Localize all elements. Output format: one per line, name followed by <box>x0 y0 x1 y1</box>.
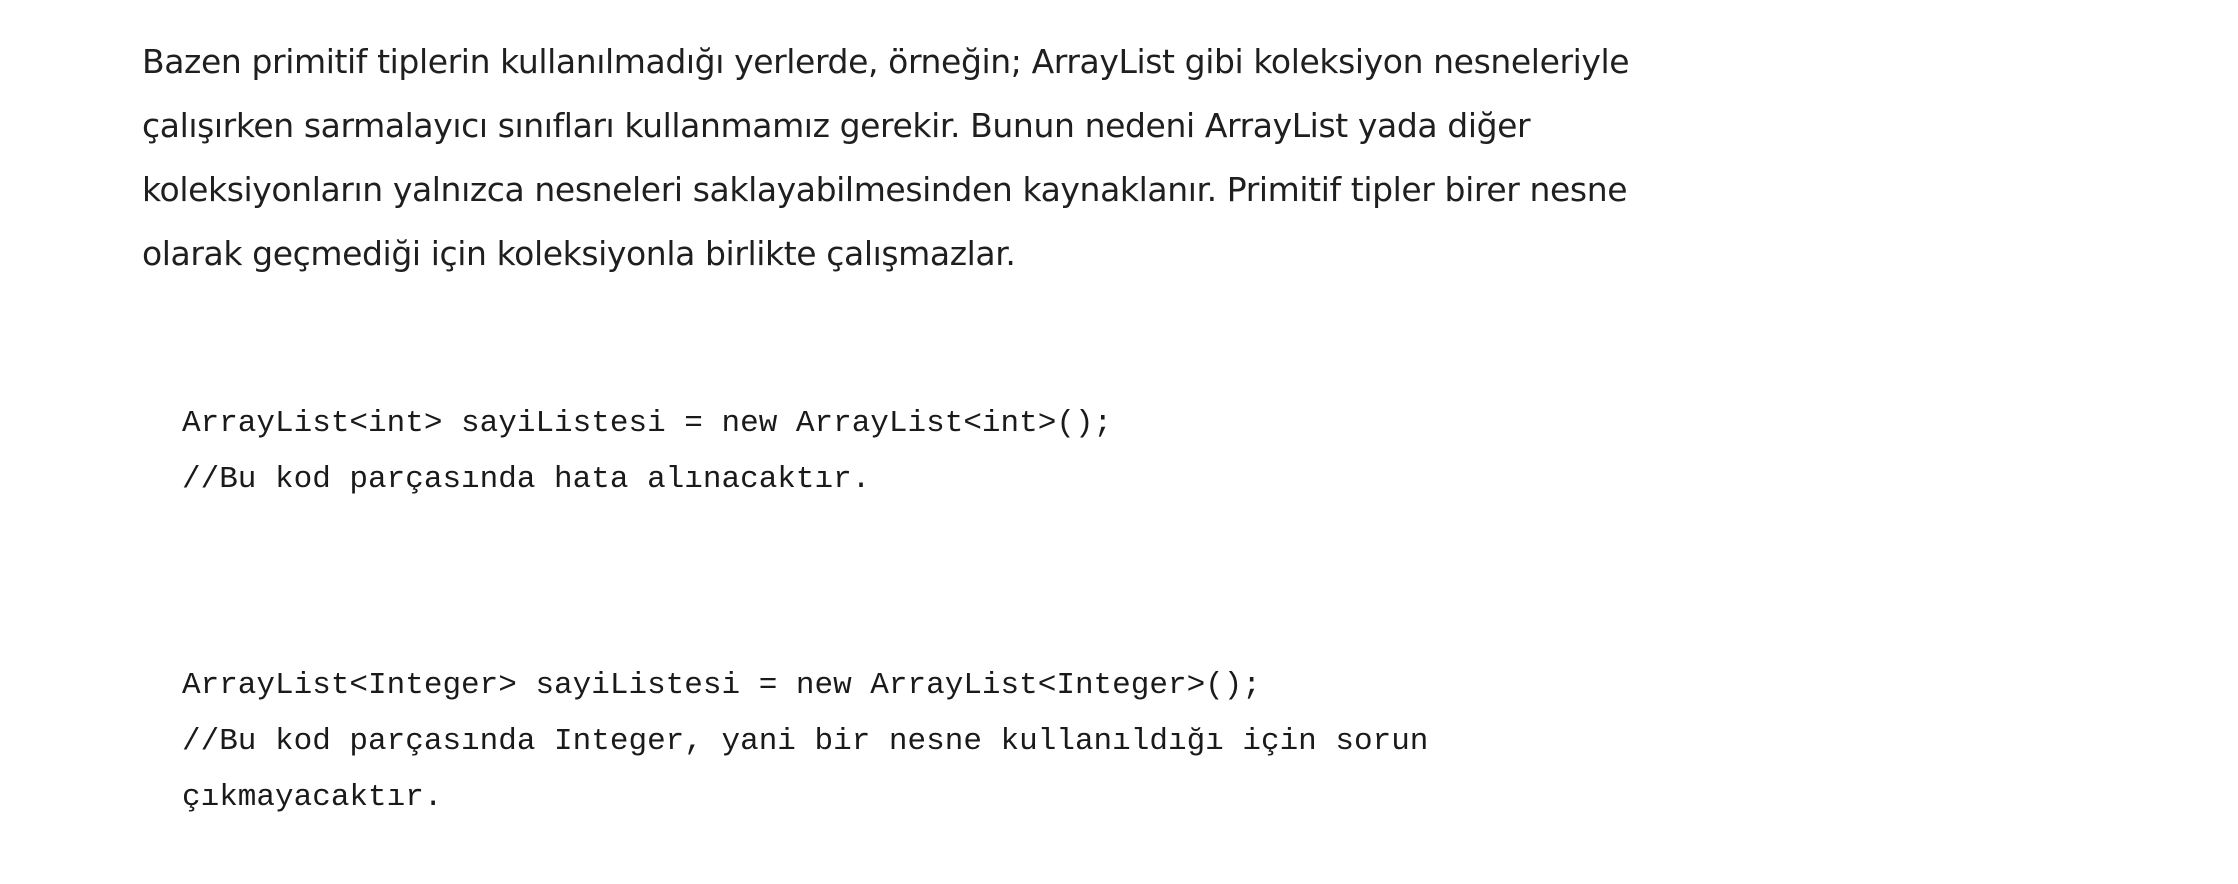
code-line: ArrayList<int> sayiListesi = new ArrayLi… <box>182 406 1113 441</box>
code-comment: //Bu kod parçasında hata alınacaktır. <box>182 462 871 497</box>
code-example-wrapper: ArrayList<Integer> sayiListesi = new Arr… <box>182 658 1428 826</box>
code-comment: //Bu kod parçasında Integer, yani bir ne… <box>182 724 1429 759</box>
article-body: Bazen primitif tiplerin kullanılmadığı y… <box>142 30 1702 286</box>
explanation-paragraph: Bazen primitif tiplerin kullanılmadığı y… <box>142 42 1630 273</box>
code-comment-continuation: çıkmayacaktır. <box>182 780 443 815</box>
code-line: ArrayList<Integer> sayiListesi = new Arr… <box>182 668 1261 703</box>
code-example-primitive: ArrayList<int> sayiListesi = new ArrayLi… <box>182 396 1112 508</box>
